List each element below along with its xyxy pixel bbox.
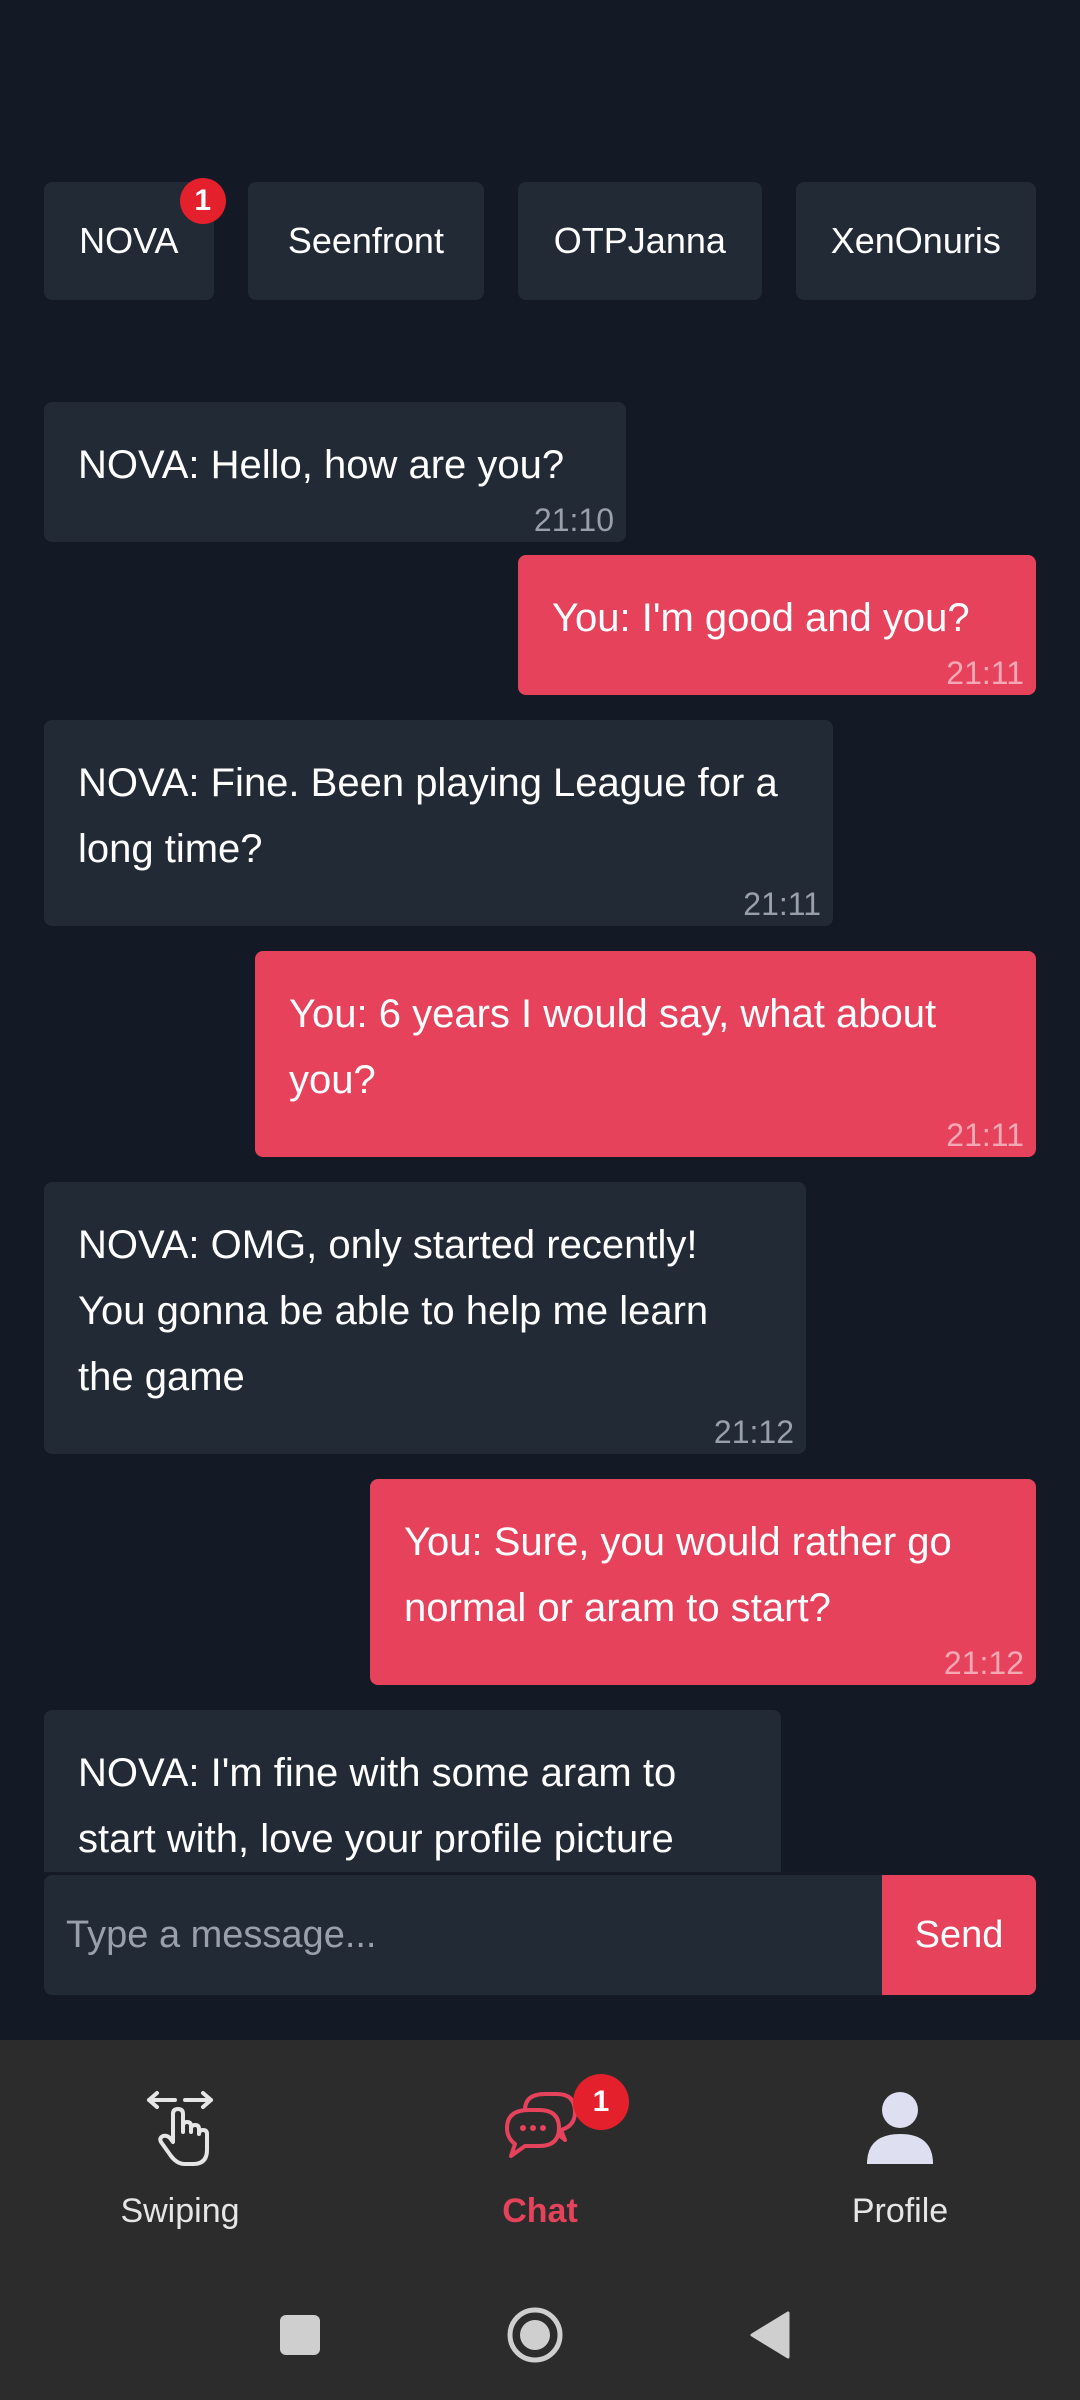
incoming-message: NOVA: Fine. Been playing League for a lo… xyxy=(44,720,833,926)
message-text: NOVA: Hello, how are you? xyxy=(78,443,565,487)
tab-label: XenOnuris xyxy=(830,220,1001,261)
message-text: You: Sure, you would rather go normal or… xyxy=(404,1520,952,1630)
message-list[interactable]: NOVA: Hello, how are you? 21:10 You: I'm… xyxy=(44,400,1036,1872)
message-text: NOVA: Fine. Been playing League for a lo… xyxy=(78,761,778,871)
send-button[interactable]: Send xyxy=(882,1875,1036,1995)
message-text: You: 6 years I would say, what about you… xyxy=(289,992,937,1102)
nav-label: Swiping xyxy=(120,2192,240,2230)
nav-label: Profile xyxy=(851,2192,949,2230)
nav-chat[interactable]: 1 Chat xyxy=(420,2074,660,2270)
message-time: 21:11 xyxy=(743,886,821,922)
message-input[interactable] xyxy=(44,1875,882,1995)
message-text: You: I'm good and you? xyxy=(552,596,970,640)
chat-bubbles-icon: 1 xyxy=(495,2074,629,2170)
chat-unread-badge: 1 xyxy=(573,2074,629,2130)
incoming-message: NOVA: I'm fine with some aram to start w… xyxy=(44,1710,781,1872)
nav-profile[interactable]: Profile xyxy=(780,2080,1020,2270)
message-time: 21:11 xyxy=(946,1117,1024,1153)
tab-xenonuris[interactable]: XenOnuris xyxy=(795,182,1036,300)
message-time: 21:12 xyxy=(943,1645,1024,1681)
unread-badge: 1 xyxy=(179,178,226,224)
outgoing-message: You: 6 years I would say, what about you… xyxy=(255,951,1036,1157)
back-button[interactable] xyxy=(725,2290,815,2380)
message-time: 21:11 xyxy=(946,655,1024,691)
system-nav-bar xyxy=(0,2290,1080,2380)
outgoing-message: You: Sure, you would rather go normal or… xyxy=(370,1479,1036,1685)
back-triangle-icon xyxy=(750,2311,790,2359)
incoming-message: NOVA: Hello, how are you? 21:10 xyxy=(44,402,626,542)
chat-screen: NOVA 1 Seenfront OTPJanna XenOnuris NOVA… xyxy=(0,0,1080,2400)
nav-label: Chat xyxy=(502,2192,578,2230)
outgoing-message: You: I'm good and you? 21:11 xyxy=(518,555,1036,695)
home-circle-icon xyxy=(507,2307,563,2363)
incoming-message: NOVA: OMG, only started recently! You go… xyxy=(44,1182,806,1454)
tab-seenfront[interactable]: Seenfront xyxy=(247,182,485,300)
tab-nova[interactable]: NOVA 1 xyxy=(44,178,226,300)
tab-label: Seenfront xyxy=(287,220,444,261)
home-button[interactable] xyxy=(490,2290,580,2380)
tab-label: NOVA xyxy=(79,220,179,261)
message-time: 21:12 xyxy=(713,1414,794,1450)
tab-otpjanna[interactable]: OTPJanna xyxy=(518,182,762,300)
conversation-tabs: NOVA 1 Seenfront OTPJanna XenOnuris xyxy=(44,178,1036,300)
message-composer: Send xyxy=(44,1875,1036,1995)
tab-label: OTPJanna xyxy=(553,220,726,261)
person-icon xyxy=(855,2080,945,2170)
swipe-hand-icon xyxy=(135,2080,225,2170)
message-text: NOVA: I'm fine with some aram to start w… xyxy=(78,1751,677,1861)
nav-swiping[interactable]: Swiping xyxy=(60,2080,300,2270)
message-time: 21:10 xyxy=(533,502,614,538)
square-icon xyxy=(280,2315,320,2355)
recent-apps-button[interactable] xyxy=(255,2290,345,2380)
message-text: NOVA: OMG, only started recently! You go… xyxy=(78,1223,709,1399)
